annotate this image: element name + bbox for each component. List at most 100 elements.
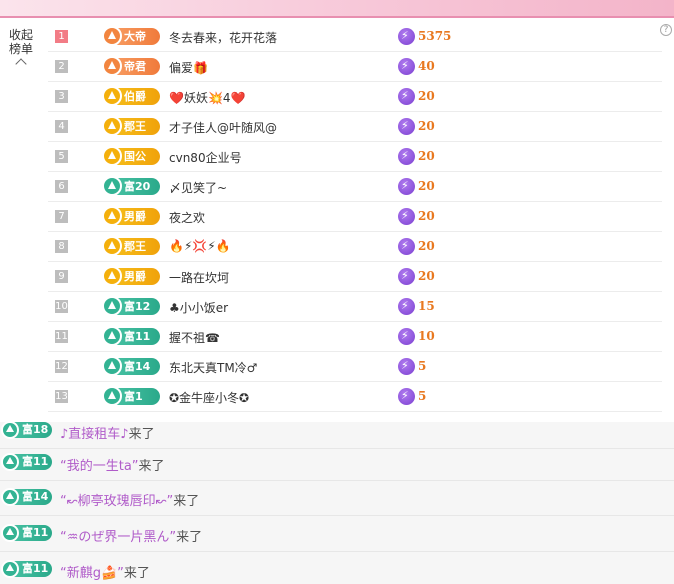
level-badge-label: 男爵 — [124, 210, 146, 223]
ranking-row[interactable]: 9 男爵 一路在坎坷 20 — [48, 262, 662, 292]
lightning-bolt-icon — [398, 28, 415, 45]
chat-text: “♒のぜ界一片黑ん”来了 — [60, 526, 202, 545]
ranking-row[interactable]: 11 富11 握不祖☎ 10 — [48, 322, 662, 352]
contribution-amount: 10 — [418, 329, 435, 343]
level-badge-label: 大帝 — [124, 30, 146, 43]
user-name[interactable]: 握不祖☎ — [169, 329, 220, 346]
badge-emblem-icon — [1, 453, 19, 471]
level-badge-label: 郡王 — [124, 120, 146, 133]
ranking-row[interactable]: 5 国公 cvn80企业号 20 — [48, 142, 662, 172]
ranking-row[interactable]: 1 大帝 冬去春来，花开花落 5375 — [48, 22, 662, 52]
rank-number: 2 — [55, 60, 68, 73]
level-badge-label: 男爵 — [124, 270, 146, 283]
level-badge-label: 国公 — [124, 150, 146, 163]
level-badge-label: 富1 — [124, 390, 143, 403]
ranking-list: 1 大帝 冬去春来，花开花落 5375 2 帝君 偏爱🎁 40 3 伯爵 ❤️妖妖💥4❤️ 20 4 郡王… — [48, 22, 662, 412]
level-badge-label: 帝君 — [124, 60, 146, 73]
lightning-bolt-icon — [398, 268, 415, 285]
badge-emblem-icon — [102, 266, 122, 286]
ranking-row[interactable]: 7 男爵 夜之欢 20 — [48, 202, 662, 232]
level-badge: 国公 — [102, 146, 160, 166]
level-badge-label: 富14 — [124, 360, 151, 373]
ranking-row[interactable]: 3 伯爵 ❤️妖妖💥4❤️ 20 — [48, 82, 662, 112]
collapse-ranking-button[interactable]: 收起榜单 — [4, 28, 38, 70]
level-badge-label: 富14 — [22, 490, 49, 503]
user-name[interactable]: 一路在坎坷 — [169, 269, 229, 286]
badge-emblem-icon — [1, 422, 19, 439]
level-badge-label: 富11 — [22, 562, 49, 575]
lightning-bolt-icon — [398, 328, 415, 345]
contribution-amount: 5375 — [418, 29, 452, 43]
level-badge: 富11 — [1, 453, 52, 471]
badge-emblem-icon — [1, 560, 19, 578]
contribution-amount: 20 — [418, 89, 435, 103]
level-badge: 富11 — [102, 326, 160, 346]
rank-number: 3 — [55, 90, 68, 103]
chat-user-name[interactable]: “新麒g🍰” — [60, 566, 124, 581]
ranking-row[interactable]: 6 富20 〆见笑了~ 20 — [48, 172, 662, 202]
badge-emblem-icon — [102, 146, 122, 166]
ranking-row[interactable]: 12 富14 东北天真TM冷♂ 5 — [48, 352, 662, 382]
badge-emblem-icon — [102, 176, 122, 196]
contribution-ranking-panel: 收起榜单 ? 1大帝冬去春来，花开花落53752帝君偏爱🎁403伯爵❤️妖妖💥4… — [0, 18, 674, 422]
chat-entered-text: 来了 — [138, 459, 165, 474]
level-badge-label: 富18 — [22, 423, 49, 436]
badge-emblem-icon — [102, 206, 122, 226]
rank-number: 10 — [55, 300, 68, 313]
level-badge-label: 富11 — [22, 526, 49, 539]
ranking-row[interactable]: 8 郡王 🔥⚡💢⚡🔥 20 — [48, 232, 662, 262]
chat-entered-text: 来了 — [123, 566, 150, 581]
user-name[interactable]: 才子佳人@叶随风@ — [169, 119, 277, 136]
chat-message: 富11 “♒のぜ界一片黑ん”来了 — [0, 516, 674, 552]
user-name[interactable]: ❤️妖妖💥4❤️ — [169, 89, 245, 106]
user-name[interactable]: 偏爱🎁 — [169, 59, 208, 76]
contribution-amount: 15 — [418, 299, 435, 313]
rank-number: 11 — [55, 330, 68, 343]
lightning-bolt-icon — [398, 118, 415, 135]
badge-emblem-icon — [102, 296, 122, 316]
contribution-amount: 20 — [418, 209, 435, 223]
level-badge-label: 富12 — [124, 300, 151, 313]
chat-message: 富11 “新麒g🍰”来了 — [0, 552, 674, 584]
user-name[interactable]: 〆见笑了~ — [169, 179, 227, 196]
level-badge-label: 富11 — [124, 330, 151, 343]
user-name[interactable]: 🔥⚡💢⚡🔥 — [169, 239, 231, 253]
user-name[interactable]: cvn80企业号 — [169, 149, 242, 166]
level-badge: 富14 — [102, 356, 160, 376]
ranking-row[interactable]: 4 郡王 才子佳人@叶随风@ 20 — [48, 112, 662, 142]
rank-number: 12 — [55, 360, 68, 373]
user-name[interactable]: 夜之欢 — [169, 209, 205, 226]
lightning-bolt-icon — [398, 298, 415, 315]
ranking-row[interactable]: 10 富12 ♣小小饭er 15 — [48, 292, 662, 322]
chat-user-name[interactable]: “↜柳亭玫瑰唇印↜” — [60, 494, 173, 509]
level-badge: 郡王 — [102, 236, 160, 256]
badge-emblem-icon — [102, 236, 122, 256]
user-name[interactable]: 东北天真TM冷♂ — [169, 359, 257, 376]
user-name[interactable]: ♣小小饭er — [169, 299, 228, 316]
chat-user-name[interactable]: “我的一生ta” — [60, 459, 139, 474]
chat-text: “↜柳亭玫瑰唇印↜”来了 — [60, 490, 199, 509]
rank-number: 7 — [55, 210, 68, 223]
contribution-amount: 5 — [418, 359, 427, 373]
user-name[interactable]: ✪金牛座小冬✪ — [169, 389, 249, 406]
contribution-amount: 20 — [418, 239, 435, 253]
lightning-bolt-icon — [398, 148, 415, 165]
level-badge: 富11 — [1, 524, 52, 542]
level-badge: 帝君 — [102, 56, 160, 76]
lightning-bolt-icon — [398, 208, 415, 225]
user-name[interactable]: 冬去春来，花开花落 — [169, 29, 277, 46]
badge-emblem-icon — [1, 488, 19, 506]
level-badge: 富18 — [1, 422, 52, 439]
rank-number: 5 — [55, 150, 68, 163]
level-badge: 伯爵 — [102, 86, 160, 106]
chat-user-name[interactable]: “♒のぜ界一片黑ん” — [60, 530, 176, 545]
lightning-bolt-icon — [398, 178, 415, 195]
ranking-row[interactable]: 2 帝君 偏爱🎁 40 — [48, 52, 662, 82]
chat-entered-text: 来了 — [173, 494, 200, 509]
rank-number: 8 — [55, 240, 68, 253]
badge-emblem-icon — [102, 116, 122, 136]
chat-user-name[interactable]: ♪直接租车♪ — [60, 427, 129, 442]
level-badge: 富1 — [102, 386, 160, 406]
level-badge-label: 郡王 — [124, 240, 146, 253]
ranking-row[interactable]: 13 富1 ✪金牛座小冬✪ 5 — [48, 382, 662, 412]
